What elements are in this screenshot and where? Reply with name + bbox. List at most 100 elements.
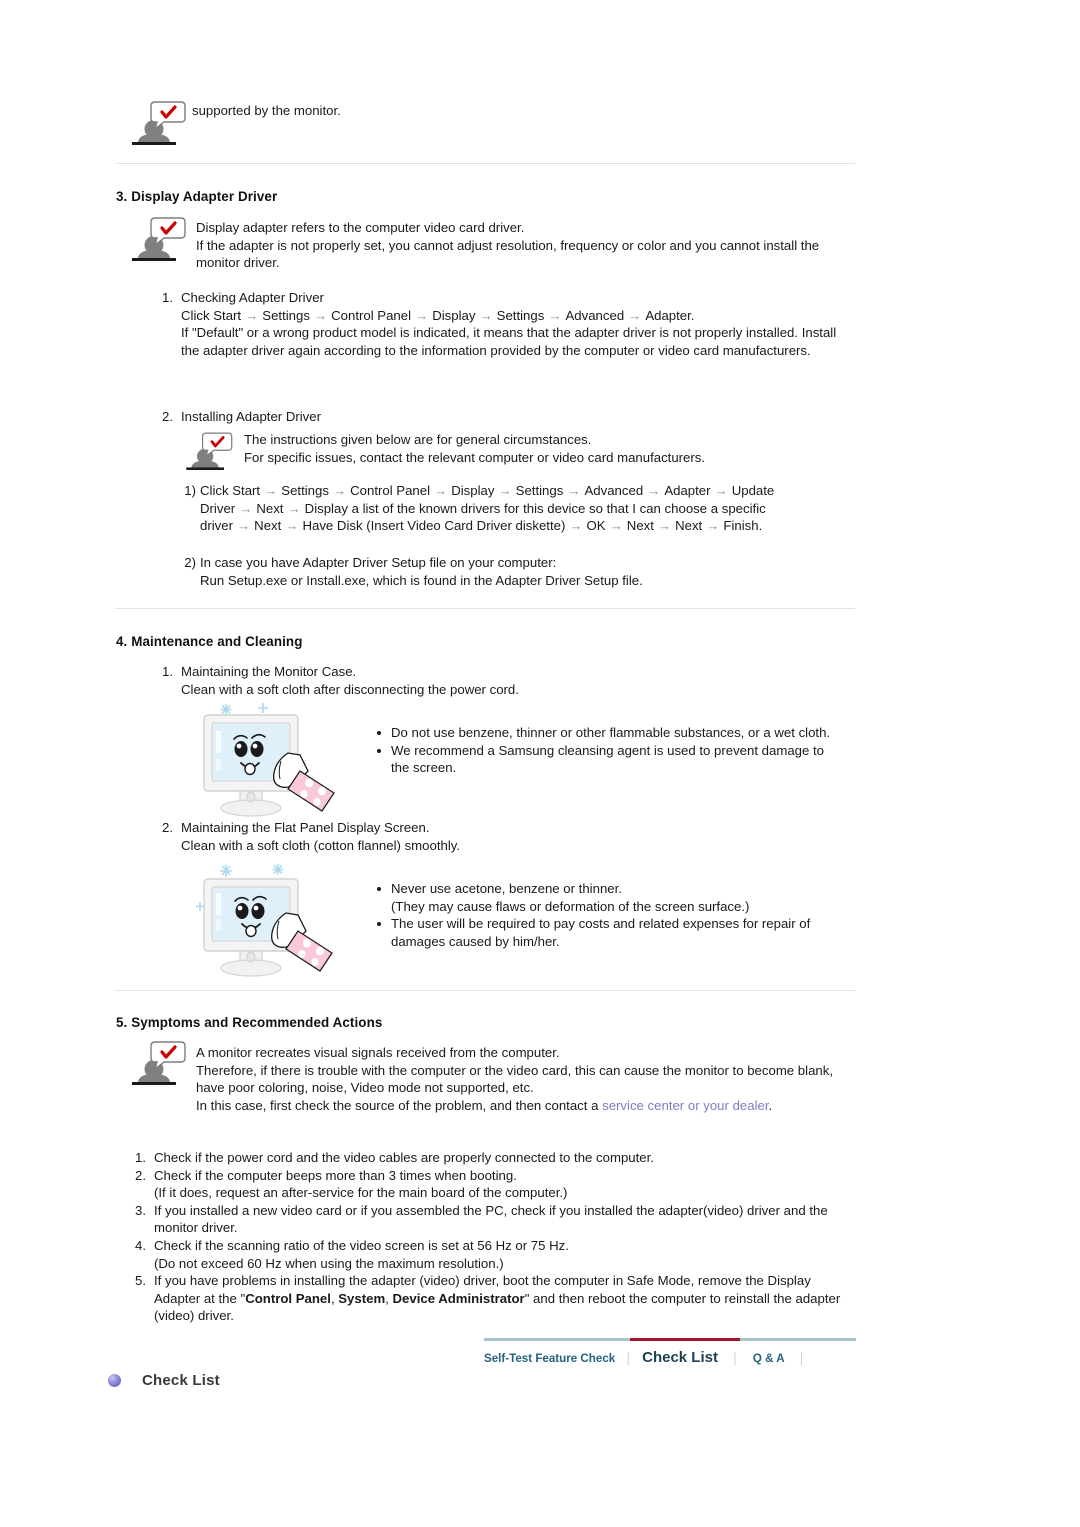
bullet-item: Do not use benzene, thinner or other fla… <box>375 724 845 742</box>
arrow-icon: → <box>498 483 512 498</box>
section3-heading: 3. Display Adapter Driver <box>116 189 278 204</box>
section3-note-line-1: Display adapter refers to the computer v… <box>196 220 525 235</box>
section4-item-1-bullets: Do not use benzene, thinner or other fla… <box>375 724 845 777</box>
divider-1 <box>115 163 855 164</box>
top-note: supported by the monitor. <box>124 96 864 152</box>
arrow-icon: → <box>569 518 583 534</box>
footer-nav-item-q-and-a[interactable]: Q & A <box>753 1352 785 1365</box>
path-step: Adapter <box>664 483 711 498</box>
arrow-icon: → <box>285 518 299 534</box>
path-step: Next <box>626 518 654 534</box>
list-marker: 2. <box>162 820 173 835</box>
section3-subitem-2: 2) In case you have Adapter Driver Setup… <box>168 554 858 589</box>
arrow-icon: → <box>264 483 278 498</box>
section4-item-1-line-1: Maintaining the Monitor Case. <box>181 664 357 679</box>
check-text: If you have problems in installing the a… <box>154 1272 848 1325</box>
person-note-icon <box>124 1036 186 1092</box>
section5-note-line-2: Therefore, if there is trouble with the … <box>196 1062 833 1096</box>
path-step: Display <box>432 307 476 323</box>
divider-2 <box>115 608 855 609</box>
arrow-icon: → <box>479 307 493 323</box>
arrow-icon: → <box>647 483 661 498</box>
note-text: . <box>768 1097 773 1113</box>
arrow-icon: → <box>657 518 672 534</box>
section5-note-line-1: A monitor recreates visual signals recei… <box>196 1045 560 1060</box>
footer-nav-bar <box>484 1338 856 1341</box>
note-text: In this case, first check the source of … <box>196 1097 603 1113</box>
person-note-icon <box>124 96 186 152</box>
service-center-link[interactable]: service center or your dealer <box>602 1098 768 1113</box>
check-text: Check if the scanning ratio of the video… <box>154 1237 569 1271</box>
path-step: Finish. <box>723 518 763 534</box>
section3-subitem-2-line-1: In case you have Adapter Driver Setup fi… <box>200 555 557 570</box>
list-item: 5. If you have problems in installing th… <box>118 1272 848 1325</box>
path-step: Settings <box>496 307 545 323</box>
bottom-page-title: Check List <box>108 1372 220 1389</box>
list-item: 4. Check if the scanning ratio of the vi… <box>118 1237 848 1272</box>
check-text: If you installed a new video card or if … <box>154 1202 828 1236</box>
path-step: Next <box>254 518 282 534</box>
footer-nav-item-self-test-feature-check[interactable]: Self-Test Feature Check <box>484 1352 615 1365</box>
path-step: Control Panel <box>350 483 431 498</box>
section3-item-1-path: Click Start → Settings → Control Panel → Displ… <box>181 307 845 325</box>
arrow-icon: → <box>236 518 251 534</box>
document-page: supported by the monitor. 3. Display Ada… <box>0 0 1080 1527</box>
section4-heading: 4. Maintenance and Cleaning <box>116 634 303 649</box>
path-prefix: Click Start <box>181 307 242 323</box>
arrow-icon: → <box>245 307 259 323</box>
section5-checks-list: 1. Check if the power cord and the video… <box>118 1149 848 1325</box>
footer-nav-item-check-list[interactable]: Check List <box>642 1349 718 1366</box>
path-step: OK <box>586 518 606 534</box>
section3-item-1-title: Checking Adapter Driver <box>181 290 324 305</box>
footer-nav-active-indicator <box>630 1338 740 1341</box>
footer-nav-separator: │ <box>798 1353 806 1365</box>
section3-item-2-note-line-1: The instructions given below are for gen… <box>244 432 592 447</box>
system-emphasis: System <box>338 1290 386 1306</box>
path-step: Adapter. <box>645 307 695 323</box>
section3-note-line-2: If the adapter is not properly set, you … <box>196 237 820 271</box>
list-marker: 1. <box>162 290 173 305</box>
check-text: Check if the computer beeps more than 3 … <box>154 1167 568 1201</box>
person-note-icon <box>178 428 234 476</box>
check-text-part: , <box>385 1290 393 1306</box>
section3-item-1: 1. Checking Adapter Driver Click Start → S… <box>145 289 845 359</box>
section4-item-2-bullets: Never use acetone, benzene or thinner. (… <box>375 880 845 950</box>
section5-heading: 5. Symptoms and Recommended Actions <box>116 1015 383 1030</box>
list-item: 2. Check if the computer beeps more than… <box>118 1167 848 1202</box>
path-prefix: Click Start <box>200 483 261 498</box>
path-step: Settings <box>281 483 329 498</box>
footer-nav-separator: │ <box>625 1353 633 1365</box>
list-item: 3. If you installed a new video card or … <box>118 1202 848 1237</box>
path-step: Control Panel <box>331 307 412 323</box>
section3-subitem-2-line-2: Run Setup.exe or Install.exe, which is f… <box>200 572 643 588</box>
section3-item-2-note: The instructions given below are for gen… <box>178 428 878 476</box>
monitor-cleaning-illustration <box>190 861 342 984</box>
list-marker: 2. <box>135 1167 146 1183</box>
section5-note: A monitor recreates visual signals recei… <box>124 1036 864 1114</box>
path-step: Have Disk (Insert Video Card Driver disk… <box>302 518 566 534</box>
arrow-icon: → <box>609 518 623 534</box>
list-item: 1. Check if the power cord and the video… <box>118 1149 848 1167</box>
device-administrator-emphasis: Device Administrator <box>392 1290 525 1306</box>
path-step: Settings <box>515 483 564 498</box>
divider-3 <box>115 990 855 991</box>
list-marker: 2) <box>184 555 196 570</box>
arrow-icon: → <box>434 483 448 498</box>
person-note-icon <box>124 212 186 268</box>
footer-navigation: Self-Test Feature Check │ Check List │ Q… <box>484 1338 856 1366</box>
arrow-icon: → <box>714 483 728 498</box>
section5-note-line-3: In this case, first check the source of … <box>196 1097 864 1115</box>
control-panel-emphasis: Control Panel <box>245 1290 331 1306</box>
section3-item-2-title: Installing Adapter Driver <box>181 409 322 424</box>
monitor-cleaning-illustration <box>196 701 348 824</box>
section3-subitem-1-path: Click Start → Settings → Control Panel → Displ… <box>200 482 858 535</box>
section4-item-2: 2. Maintaining the Flat Panel Display Sc… <box>145 819 845 854</box>
arrow-icon: → <box>313 307 328 323</box>
list-marker: 4. <box>135 1237 146 1253</box>
footer-nav-separator: │ <box>731 1353 739 1365</box>
bullet-item: The user will be required to pay costs a… <box>375 915 845 950</box>
section4-item-2-line-2: Clean with a soft cloth (cotton flannel)… <box>181 837 461 853</box>
bullet-item: Never use acetone, benzene or thinner. (… <box>375 880 845 915</box>
list-marker: 1. <box>135 1150 146 1165</box>
path-step: Settings <box>262 307 310 323</box>
